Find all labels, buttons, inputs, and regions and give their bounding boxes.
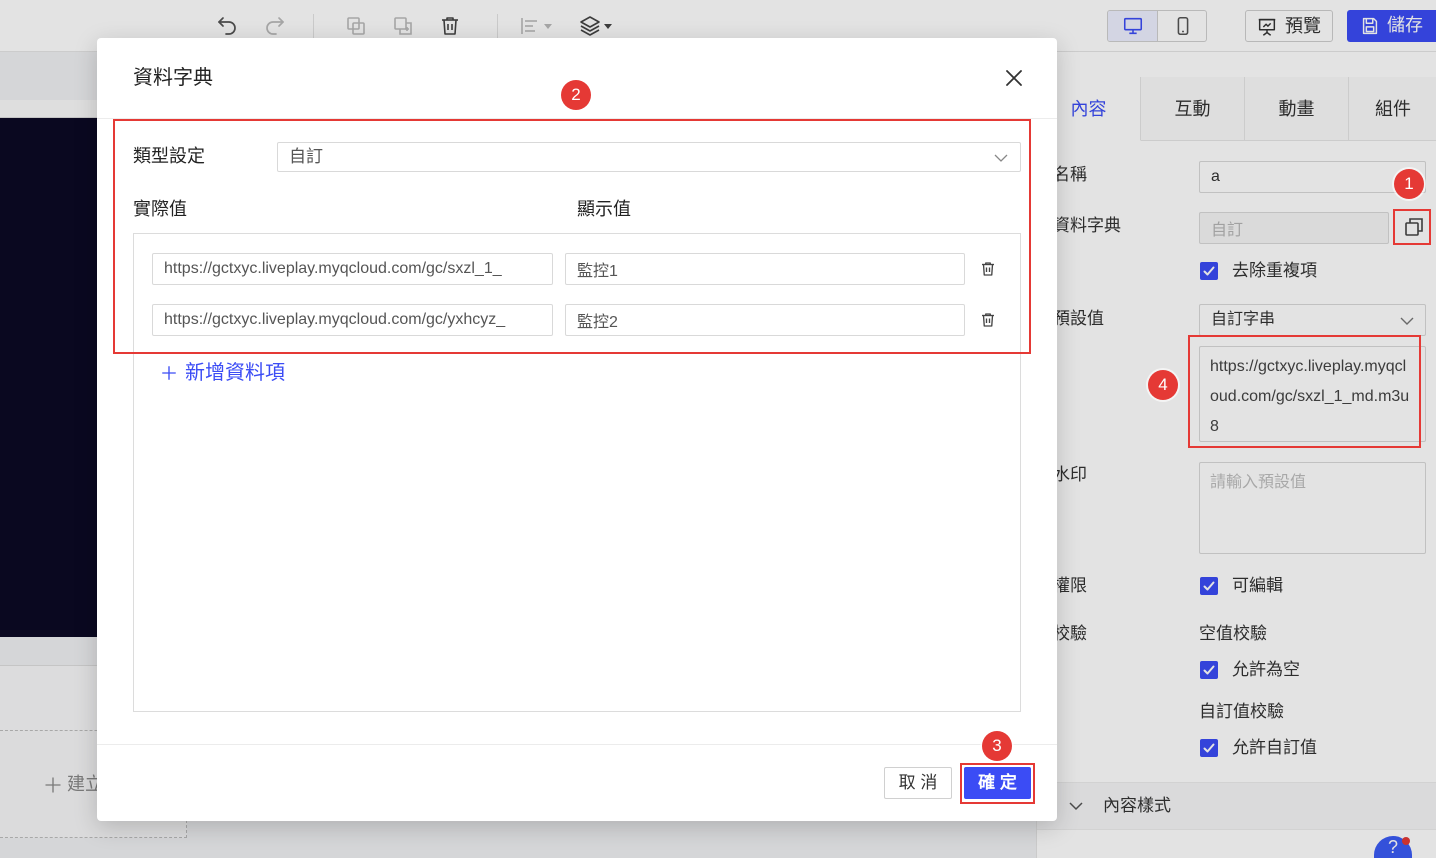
annotation-marker-4: 4 bbox=[1148, 370, 1178, 400]
footer-divider bbox=[97, 744, 1057, 745]
annotation-box-confirm bbox=[960, 763, 1035, 804]
annotation-marker-3: 3 bbox=[982, 731, 1012, 761]
add-item-label: 新增資料項 bbox=[185, 362, 285, 384]
close-button[interactable] bbox=[1002, 66, 1026, 90]
annotation-box-dictionary-button bbox=[1393, 209, 1431, 245]
cancel-button[interactable]: 取 消 bbox=[884, 767, 952, 799]
annotation-box-dictionary-items bbox=[113, 119, 1031, 354]
annotation-marker-1: 1 bbox=[1394, 169, 1424, 199]
annotation-box-default-value bbox=[1188, 335, 1421, 448]
add-item-button[interactable]: 新增資料項 bbox=[160, 361, 285, 385]
close-icon bbox=[1006, 70, 1022, 86]
annotation-marker-2: 2 bbox=[561, 80, 591, 110]
dialog-title: 資料字典 bbox=[133, 67, 213, 89]
plus-icon bbox=[162, 366, 176, 380]
